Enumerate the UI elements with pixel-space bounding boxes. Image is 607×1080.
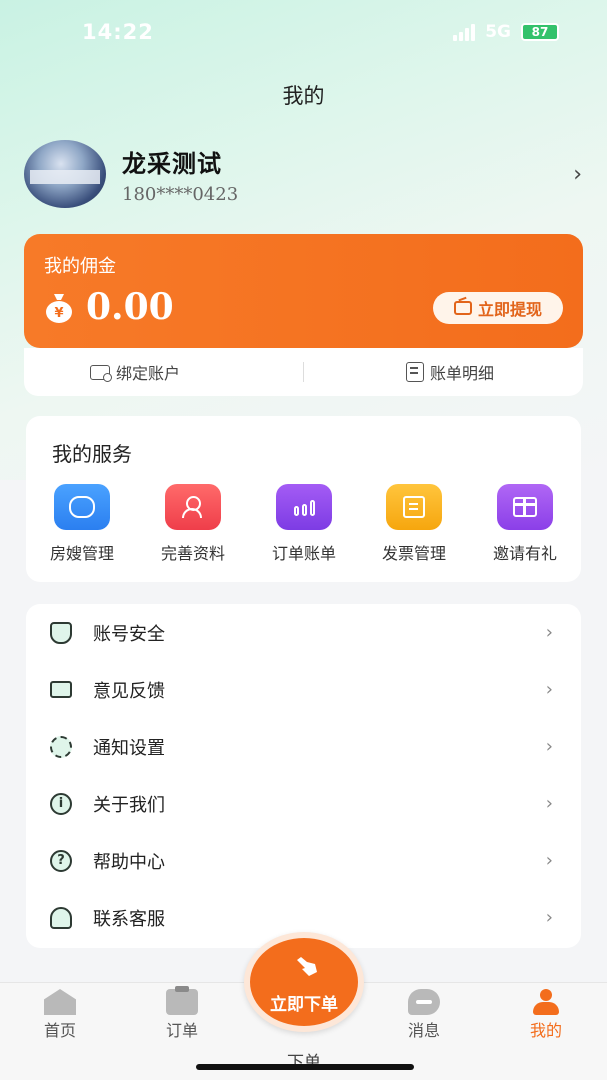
clipboard-icon bbox=[166, 986, 198, 1015]
hand-tap-icon bbox=[297, 957, 317, 976]
menu-item-account-security[interactable]: 账号安全 › bbox=[26, 604, 581, 661]
service-label: 邀请有礼 bbox=[492, 544, 557, 563]
status-right: 5G 87 bbox=[453, 22, 559, 42]
tab-home[interactable]: 首页 bbox=[20, 989, 100, 1041]
menu-label: 帮助中心 bbox=[93, 851, 165, 873]
services-card: 我的服务 房嫂管理 完善资料 订单账单 发票管理 邀请有礼 bbox=[26, 416, 581, 582]
service-housekeeper[interactable]: 房嫂管理 bbox=[32, 484, 132, 564]
divider bbox=[303, 362, 304, 382]
tab-label: 消息 bbox=[407, 1021, 440, 1040]
user-icon bbox=[530, 989, 562, 1015]
menu-item-about[interactable]: i 关于我们 › bbox=[26, 775, 581, 832]
order-now-label: 立即下单 bbox=[270, 995, 338, 1015]
money-bag-icon: ¥ bbox=[46, 294, 72, 323]
menu-item-help[interactable]: ? 帮助中心 › bbox=[26, 832, 581, 889]
bill-detail-label: 账单明细 bbox=[430, 364, 495, 383]
tab-label: 首页 bbox=[43, 1021, 76, 1040]
customer-service-icon bbox=[50, 906, 72, 929]
bill-detail-button[interactable]: 账单明细 bbox=[406, 348, 494, 396]
order-bill-icon bbox=[276, 484, 332, 530]
menu-item-notification-settings[interactable]: 通知设置 › bbox=[26, 718, 581, 775]
service-label: 订单账单 bbox=[271, 544, 336, 563]
menu-item-feedback[interactable]: 意见反馈 › bbox=[26, 661, 581, 718]
chevron-right-icon: › bbox=[545, 793, 553, 814]
chevron-right-icon: › bbox=[545, 850, 553, 871]
service-label: 房嫂管理 bbox=[49, 544, 114, 563]
svg-text:¥: ¥ bbox=[54, 306, 63, 321]
account-security-icon bbox=[50, 621, 72, 644]
profile-row[interactable]: 龙采测试 180****0423 › bbox=[24, 140, 584, 212]
wallet-icon bbox=[453, 301, 472, 315]
chevron-right-icon[interactable]: › bbox=[573, 162, 582, 187]
card-icon bbox=[90, 364, 112, 382]
home-icon bbox=[44, 989, 76, 1015]
gift-icon bbox=[497, 484, 553, 530]
service-profile[interactable]: 完善资料 bbox=[143, 484, 243, 564]
user-phone: 180****0423 bbox=[122, 184, 239, 205]
bind-account-label: 绑定账户 bbox=[116, 364, 181, 383]
service-order-bill[interactable]: 订单账单 bbox=[254, 484, 354, 564]
withdraw-label: 立即提现 bbox=[477, 300, 542, 319]
status-bar: 14:22 5G 87 bbox=[0, 0, 607, 68]
user-name: 龙采测试 bbox=[122, 150, 222, 178]
commission-card: 我的佣金 ¥ 0.00 立即提现 bbox=[24, 234, 583, 348]
order-now-button[interactable]: 立即下单 bbox=[244, 932, 364, 1032]
menu-label: 账号安全 bbox=[93, 623, 165, 645]
status-time: 14:22 bbox=[82, 20, 154, 44]
feedback-icon bbox=[50, 681, 72, 698]
commission-label: 我的佣金 bbox=[44, 256, 116, 277]
chevron-right-icon: › bbox=[545, 907, 553, 928]
network-label: 5G bbox=[485, 22, 511, 42]
menu-label: 联系客服 bbox=[93, 908, 165, 930]
service-invite[interactable]: 邀请有礼 bbox=[475, 484, 575, 564]
menu-label: 意见反馈 bbox=[93, 680, 165, 702]
home-indicator bbox=[196, 1064, 414, 1070]
chevron-right-icon: › bbox=[545, 679, 553, 700]
commission-amount: 0.00 bbox=[86, 286, 174, 328]
services-title: 我的服务 bbox=[52, 442, 132, 466]
chevron-right-icon: › bbox=[545, 736, 553, 757]
info-icon: i bbox=[50, 792, 72, 815]
bind-account-button[interactable]: 绑定账户 bbox=[90, 348, 180, 396]
profile-icon bbox=[165, 484, 221, 530]
housekeeper-icon bbox=[54, 484, 110, 530]
invoice-icon bbox=[386, 484, 442, 530]
service-invoice[interactable]: 发票管理 bbox=[364, 484, 464, 564]
service-label: 完善资料 bbox=[160, 544, 225, 563]
help-icon: ? bbox=[50, 849, 72, 872]
service-label: 发票管理 bbox=[381, 544, 446, 563]
tab-label: 我的 bbox=[529, 1021, 562, 1040]
tab-messages[interactable]: 消息 bbox=[384, 989, 464, 1041]
tab-label: 订单 bbox=[165, 1021, 198, 1040]
message-icon bbox=[408, 989, 440, 1015]
signal-icon bbox=[453, 23, 476, 41]
notification-settings-icon bbox=[50, 735, 72, 758]
avatar[interactable] bbox=[24, 140, 106, 208]
withdraw-button[interactable]: 立即提现 bbox=[433, 292, 563, 324]
page-title: 我的 bbox=[282, 84, 325, 108]
tab-me[interactable]: 我的 bbox=[506, 989, 586, 1041]
account-bar: 绑定账户 账单明细 bbox=[24, 348, 583, 396]
settings-menu: 账号安全 › 意见反馈 › 通知设置 › i 关于我们 › ? 帮助中心 › 联… bbox=[26, 604, 581, 948]
bill-icon bbox=[406, 362, 424, 382]
tab-orders[interactable]: 订单 bbox=[142, 986, 222, 1041]
battery-icon: 87 bbox=[521, 23, 559, 41]
chevron-right-icon: › bbox=[545, 622, 553, 643]
menu-label: 通知设置 bbox=[93, 737, 165, 759]
menu-label: 关于我们 bbox=[93, 794, 165, 816]
